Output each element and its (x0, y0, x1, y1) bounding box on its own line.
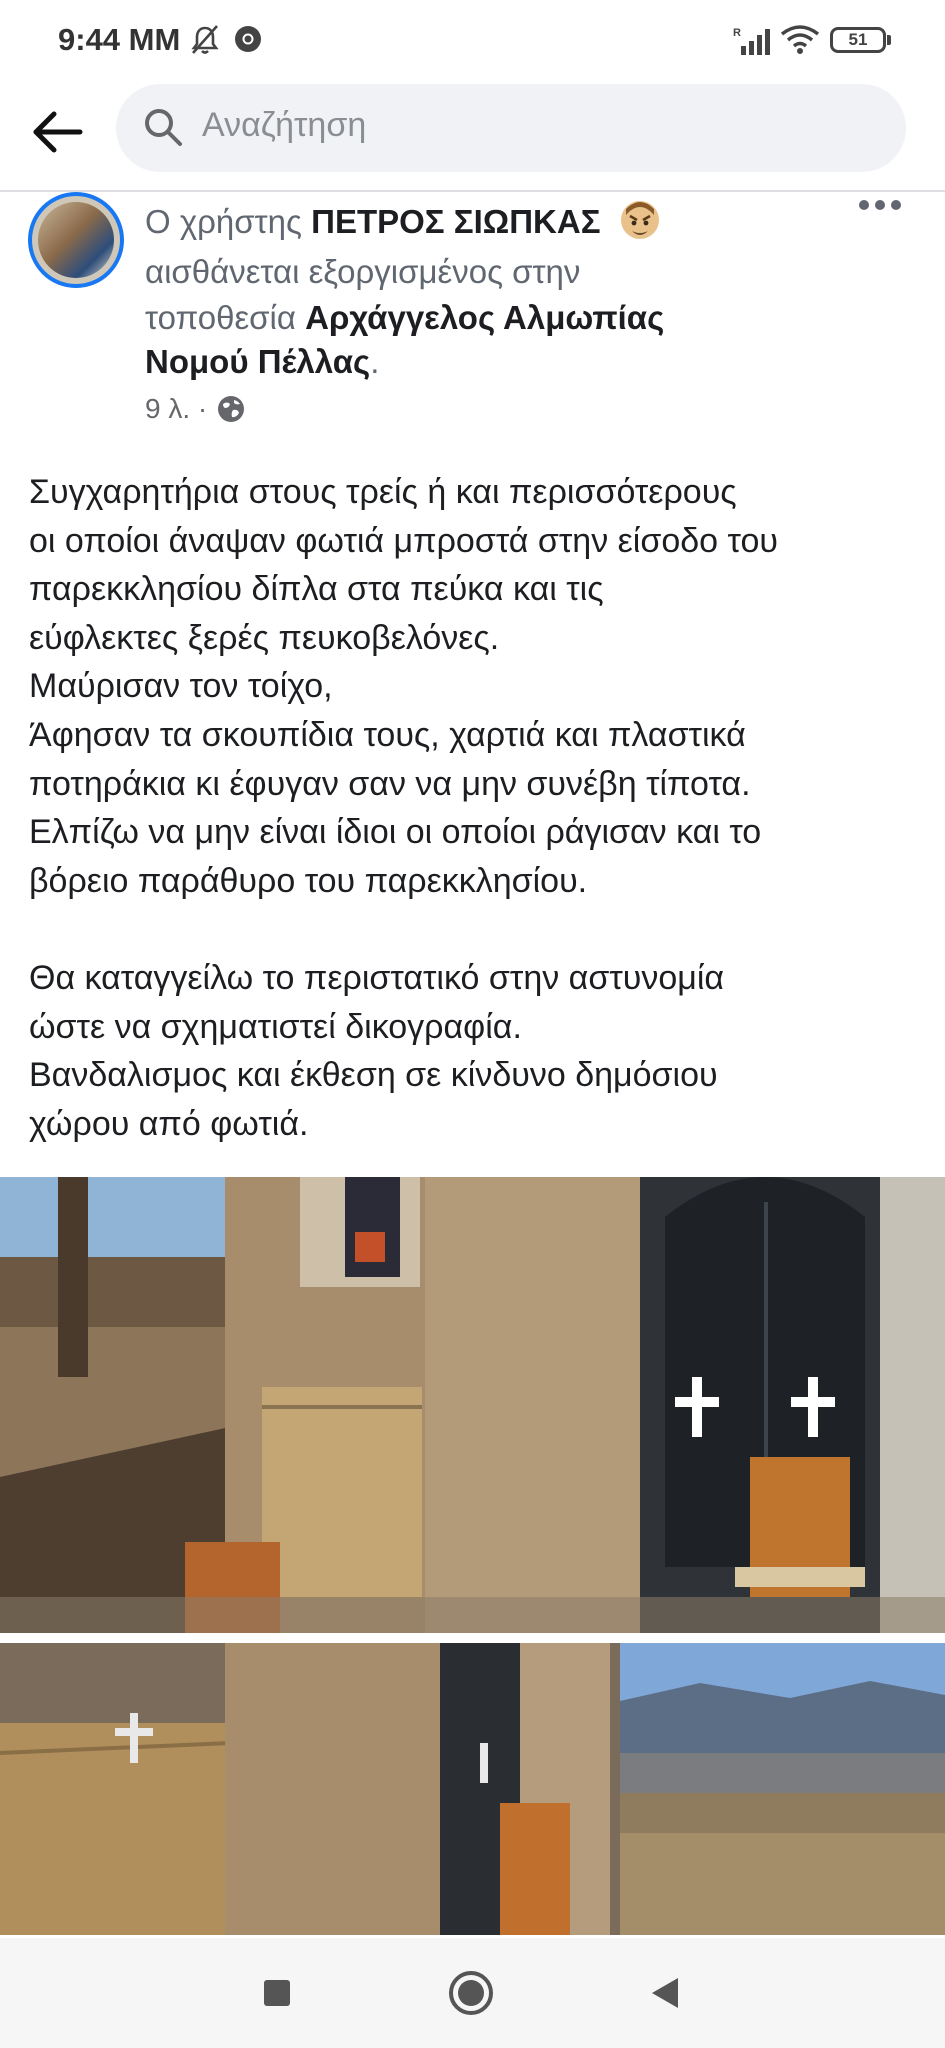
search-header: Αναζήτηση (0, 84, 945, 192)
author-name[interactable]: ΠΕΤΡΟΣ ΣΙΩΠΚΑΣ (311, 203, 600, 240)
post-body-line: ώστε να σχηματιστεί δικογραφία. (29, 1007, 522, 1046)
post-body: Συγχαρητήρια στους τρείς ή και περισσότε… (29, 468, 919, 1148)
post-body-line: Άφησαν τα σκουπίδια τους, χαρτιά και πλα… (29, 715, 746, 754)
search-input[interactable]: Αναζήτηση (116, 84, 906, 172)
system-nav-bar (0, 1938, 945, 2048)
svg-text:R: R (733, 27, 741, 39)
post-body-line: οι οποίοι άναψαν φωτιά μπροστά στην είσο… (29, 521, 778, 560)
globe-icon (218, 396, 245, 422)
post-body-line: Βανδαλισμος και έκθεση σε κίνδυνο δημόσι… (29, 1056, 718, 1095)
post-body-line: παρεκκλησίου δίπλα στα πεύκα και τις (29, 570, 604, 609)
bell-off-icon (191, 25, 219, 54)
post-header-line-1: Ο χρήστης ΠΕΤΡΟΣ ΣΙΩΠΚΑΣ (145, 197, 662, 244)
post-time[interactable]: 9 λ. · (145, 393, 207, 424)
location-name[interactable]: Αρχάγγελος Αλμωπίας (305, 299, 664, 336)
home-button[interactable] (448, 1970, 494, 2016)
post-body-line: βόρειο παράθυρο του παρεκκλησίου. (29, 861, 588, 900)
avatar[interactable] (28, 192, 124, 288)
arrow-left-icon[interactable] (30, 104, 86, 160)
post-photo-2-image (0, 1643, 945, 1935)
avatar-photo (38, 202, 114, 278)
battery-tip (887, 35, 891, 45)
signal-icon: R (733, 27, 770, 55)
post-body-line: εύφλεκτες ξερές πευκοβελόνες. (29, 618, 500, 657)
post-meta: 9 λ. · (145, 393, 245, 425)
angry-face-icon (620, 201, 659, 239)
post-body-line (29, 905, 919, 954)
post-header-line-3: τοποθεσία Αρχάγγελος Αλμωπίας (145, 296, 664, 340)
status-time: 9:44 MM (58, 22, 181, 57)
search-placeholder: Αναζήτηση (202, 106, 367, 144)
post-photo-1[interactable] (0, 1177, 945, 1633)
location-suffix: . (370, 343, 380, 380)
wifi-icon (780, 25, 820, 54)
post-body-line: Ελπίζω να μην είναι ίδιοι οι οποίοι ράγι… (29, 813, 762, 852)
location-name-cont[interactable]: Νομού Πέλλας (145, 343, 370, 380)
post-photo-1-image (0, 1177, 945, 1633)
post-prefix: Ο χρήστης (145, 203, 302, 240)
search-icon (145, 109, 182, 146)
post-body-line: χώρου από φωτιά. (29, 1104, 309, 1143)
status-bar: 9:44 MM R 51 (0, 0, 945, 84)
post-body-line: Θα καταγγείλω το περιστατικό στην αστυνο… (29, 958, 725, 997)
recents-button[interactable] (262, 1978, 292, 2008)
post-body-line: ποτηράκια κι έφυγαν σαν να μην συνέβη τί… (29, 764, 751, 803)
post-header-line-4: Νομού Πέλλας. (145, 340, 379, 384)
location-prefix: τοποθεσία (145, 299, 296, 336)
battery-level: 51 (848, 30, 868, 49)
post-body-line: Μαύρισαν τον τοίχο, (29, 667, 333, 706)
post-header-line-2: αισθάνεται εξοργισμένος στην (145, 253, 581, 290)
post-photo-2[interactable] (0, 1643, 945, 1935)
battery-icon: 51 (830, 27, 886, 53)
back-button[interactable] (650, 1976, 680, 2010)
post-body-line: Συγχαρητήρια στους τρείς ή και περισσότε… (29, 473, 737, 511)
chrome-icon (235, 26, 261, 52)
more-horizontal-icon[interactable] (858, 198, 902, 212)
